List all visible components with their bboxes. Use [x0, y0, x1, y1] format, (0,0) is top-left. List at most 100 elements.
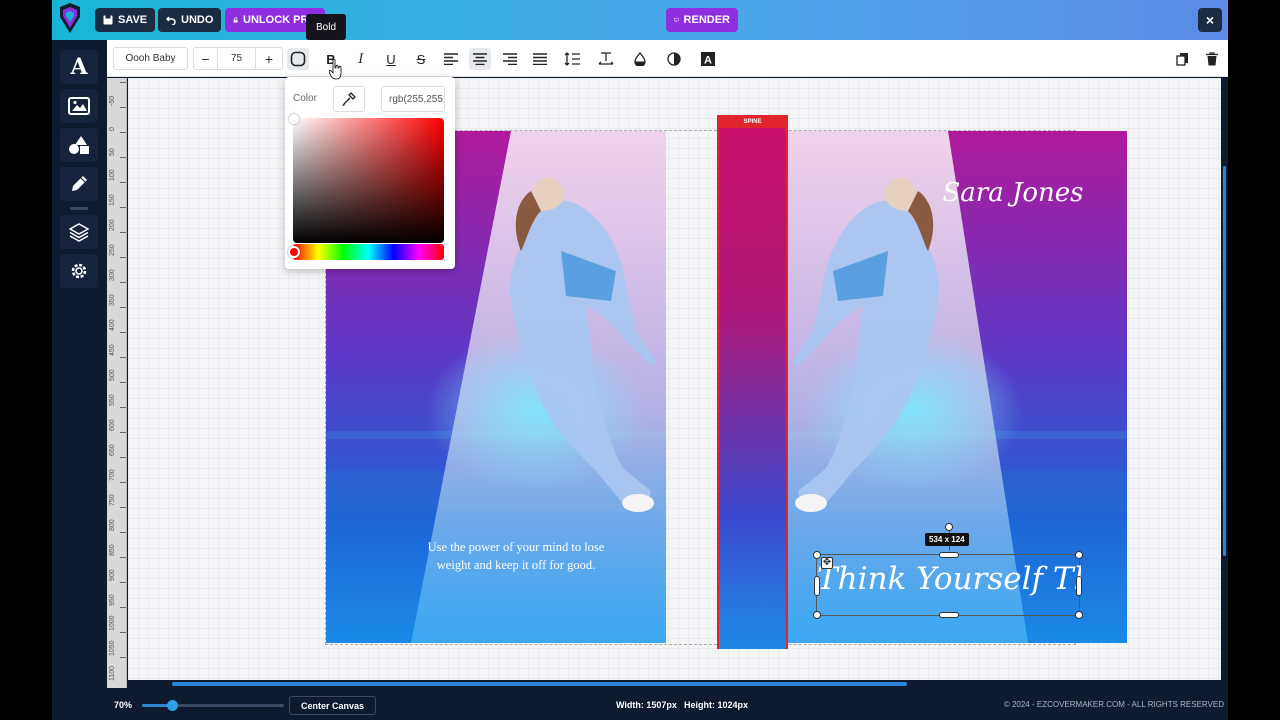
ruler-label: 450 [109, 344, 116, 356]
settings-button[interactable] [60, 254, 98, 288]
resize-handle-bottom-right[interactable] [1075, 611, 1083, 619]
title-selection-box[interactable]: Think Yourself Thin ✥ 534 x 124 [813, 523, 1083, 619]
resize-handle-left[interactable] [814, 576, 820, 596]
align-left-icon [444, 53, 458, 65]
hue-slider[interactable] [293, 244, 444, 260]
text-icon: A [70, 54, 88, 80]
bold-tooltip: Bold [306, 14, 347, 40]
zoom-slider-thumb[interactable] [166, 700, 178, 711]
save-button[interactable]: SAVE [95, 8, 156, 32]
text-effects-button[interactable]: A [697, 48, 719, 70]
delete-button[interactable] [1201, 48, 1223, 70]
align-right-icon [503, 53, 517, 65]
ruler-tick [120, 182, 126, 183]
ruler-label: 500 [109, 369, 116, 381]
justify-button[interactable] [529, 48, 551, 70]
resize-handle-right[interactable] [1076, 576, 1082, 596]
ruler-label: 350 [109, 294, 116, 306]
horizontal-scrollbar[interactable] [128, 680, 1221, 688]
decrease-size-button[interactable]: − [194, 48, 218, 69]
logo-icon[interactable] [58, 3, 82, 35]
close-button[interactable]: × [1198, 8, 1222, 32]
center-canvas-button[interactable]: Center Canvas [289, 696, 377, 715]
shapes-tool-button[interactable] [60, 128, 98, 162]
author-name[interactable]: Sara Jones [942, 178, 1083, 208]
move-icon[interactable]: ✥ [821, 557, 833, 569]
ruler-label: 400 [109, 319, 116, 331]
italic-button[interactable]: I [350, 48, 372, 70]
eyedropper-button[interactable] [333, 86, 365, 112]
letter-spacing-button[interactable] [595, 48, 617, 70]
zoom-slider[interactable] [142, 700, 284, 711]
ruler-label: 100 [109, 169, 116, 181]
align-center-icon [473, 53, 487, 65]
resize-handle-top[interactable] [939, 552, 959, 558]
hue-slider-thumb[interactable] [288, 246, 300, 258]
layers-button[interactable] [60, 215, 98, 249]
duplicate-button[interactable] [1171, 48, 1193, 70]
align-center-button[interactable] [469, 48, 491, 70]
opacity-icon [667, 52, 681, 66]
resize-handle-bottom[interactable] [939, 612, 959, 618]
ruler-label: 250 [109, 244, 116, 256]
text-tool-button[interactable]: A [60, 50, 98, 84]
ruler-tick [120, 332, 126, 333]
save-label: SAVE [118, 14, 148, 26]
ruler-tick [120, 582, 126, 583]
saturation-cursor[interactable] [289, 114, 299, 124]
ruler-tick [120, 132, 126, 133]
spine[interactable]: SPINE [717, 115, 788, 649]
unlock-icon [233, 17, 238, 23]
strikethrough-button[interactable]: S [410, 48, 432, 70]
rotate-handle[interactable] [945, 523, 953, 531]
droplet-icon [634, 52, 646, 66]
color-value-input[interactable]: rgb(255,255,255) [381, 86, 445, 112]
align-left-button[interactable] [440, 48, 462, 70]
ruler-label: 650 [109, 444, 116, 456]
undo-button[interactable]: UNDO [158, 8, 222, 32]
align-right-button[interactable] [499, 48, 521, 70]
fill-color-button[interactable] [629, 48, 651, 70]
pencil-icon [72, 176, 87, 191]
vertical-scrollbar[interactable] [1221, 78, 1228, 680]
saturation-picker[interactable] [293, 118, 444, 243]
justify-icon [533, 53, 547, 65]
outline-icon [290, 51, 306, 67]
image-tool-button[interactable] [60, 89, 98, 123]
font-size-input[interactable]: 75 [218, 48, 256, 69]
width-readout: Width: 1507px [616, 700, 677, 710]
line-height-button[interactable] [561, 48, 583, 70]
copy-icon [1175, 53, 1188, 66]
svg-text:A: A [704, 55, 712, 67]
cover-title[interactable]: Think Yourself Thin [817, 561, 1081, 597]
opacity-button[interactable] [663, 48, 685, 70]
increase-size-button[interactable]: + [256, 48, 282, 69]
resize-handle-top-left[interactable] [813, 551, 821, 559]
ruler-label: 850 [109, 544, 116, 556]
color-value-text: rgb(255,255,255) [389, 94, 445, 105]
underline-button[interactable]: U [380, 48, 402, 70]
ruler-tick [120, 157, 126, 158]
height-readout: Height: 1024px [684, 700, 749, 710]
resize-handle-top-right[interactable] [1075, 551, 1083, 559]
ruler-tick [120, 432, 126, 433]
shapes-icon [69, 136, 89, 154]
ruler-tick [120, 557, 126, 558]
outline-button[interactable] [287, 48, 309, 70]
ruler-label: 150 [109, 194, 116, 206]
horizontal-scrollbar-thumb[interactable] [172, 682, 907, 686]
draw-tool-button[interactable] [60, 167, 98, 201]
color-label: Color [293, 93, 317, 104]
ruler-tick [120, 532, 126, 533]
ruler-label: -50 [109, 95, 116, 106]
undo-label: UNDO [181, 14, 214, 26]
vertical-scrollbar-thumb[interactable] [1223, 166, 1226, 556]
italic-icon: I [358, 51, 364, 67]
resize-handle-bottom-left[interactable] [813, 611, 821, 619]
zoom-level: 70% [114, 700, 133, 710]
render-button[interactable]: RENDER [666, 8, 738, 32]
font-family-select[interactable]: Oooh Baby [113, 47, 188, 70]
ruler-tick [120, 207, 126, 208]
ruler-tick [120, 307, 126, 308]
letter-spacing-icon [598, 52, 614, 65]
